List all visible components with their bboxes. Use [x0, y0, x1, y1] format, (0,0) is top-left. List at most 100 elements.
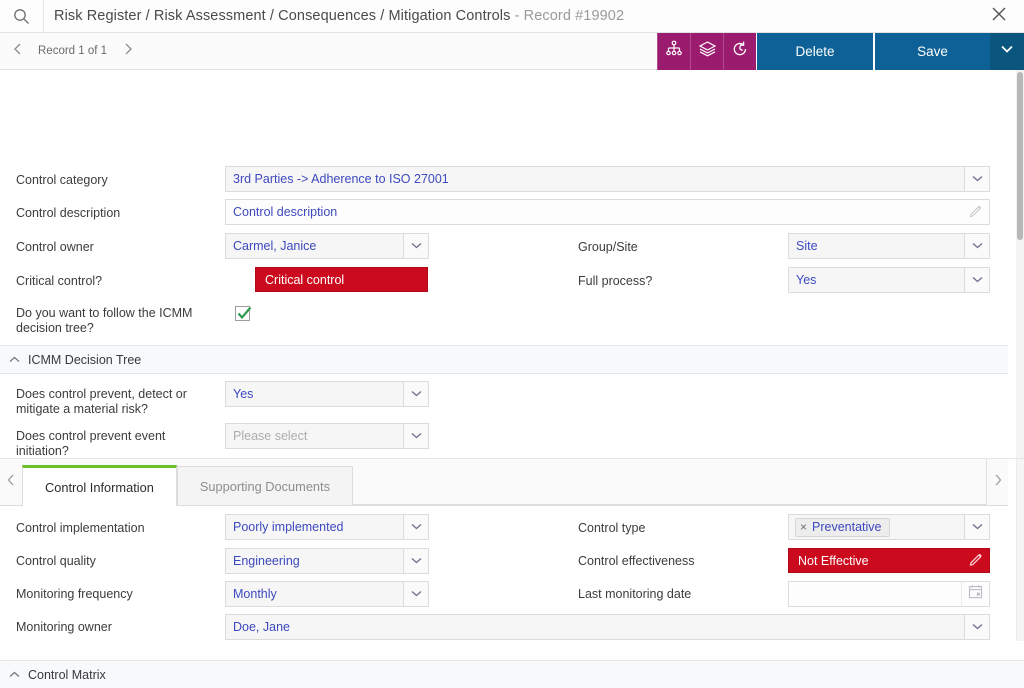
chevron-down-icon — [410, 385, 423, 403]
chevron-down-icon — [999, 42, 1015, 60]
tab-control-information[interactable]: Control Information — [22, 465, 177, 506]
control-type-chip-label: Preventative — [812, 520, 881, 534]
full-process-value: Yes — [789, 273, 964, 287]
monitoring-owner-dropdown-button[interactable] — [964, 615, 989, 639]
chevron-down-icon — [410, 237, 423, 255]
control-owner-dropdown-button[interactable] — [403, 234, 428, 258]
full-process-field[interactable]: Yes — [788, 267, 990, 293]
tab-strip-filler — [353, 467, 1008, 505]
chevron-right-icon — [123, 42, 134, 61]
delete-button[interactable]: Delete — [756, 33, 873, 70]
control-description-field[interactable]: Control description — [225, 199, 990, 225]
control-implementation-value: Poorly implemented — [226, 520, 403, 534]
full-process-label: Full process? — [578, 274, 778, 289]
chevron-left-icon — [12, 42, 23, 61]
main-form-scrollbar-thumb[interactable] — [1017, 72, 1023, 240]
control-implementation-dropdown-button[interactable] — [403, 515, 428, 539]
follow-icmm-label: Do you want to follow the ICMM decision … — [16, 306, 221, 336]
chevron-down-icon — [971, 618, 984, 636]
save-button[interactable]: Save — [873, 33, 990, 70]
control-category-value: 3rd Parties -> Adherence to ISO 27001 — [226, 172, 964, 186]
close-button[interactable] — [974, 0, 1024, 33]
last-monitoring-date-field[interactable] — [788, 581, 990, 607]
chevron-down-icon — [410, 585, 423, 603]
control-description-value: Control description — [226, 205, 963, 219]
control-type-label: Control type — [578, 521, 778, 536]
control-category-dropdown-button[interactable] — [964, 167, 989, 191]
monitoring-owner-field[interactable]: Doe, Jane — [225, 614, 990, 640]
icmm-section-header[interactable]: ICMM Decision Tree — [0, 345, 1008, 374]
critical-control-badge-text: Critical control — [256, 273, 427, 287]
full-process-dropdown-button[interactable] — [964, 268, 989, 292]
tab-pane-scrollbar-track[interactable] — [1016, 459, 1024, 641]
previous-record-button[interactable] — [0, 33, 34, 70]
control-type-dropdown-button[interactable] — [964, 515, 989, 539]
record-counter: Record 1 of 1 — [34, 45, 111, 57]
last-monitoring-date-label: Last monitoring date — [578, 587, 778, 602]
close-small-icon[interactable]: × — [800, 520, 807, 534]
icmm-q1-field[interactable]: Yes — [225, 381, 429, 407]
critical-control-badge: Critical control — [255, 267, 428, 292]
hierarchy-button[interactable] — [657, 33, 690, 70]
group-site-field[interactable]: Site — [788, 233, 990, 259]
group-site-label: Group/Site — [578, 240, 778, 255]
breadcrumb: Risk Register / Risk Assessment / Conseq… — [54, 8, 510, 24]
control-quality-field[interactable]: Engineering — [225, 548, 429, 574]
control-implementation-label: Control implementation — [16, 521, 216, 536]
control-quality-value: Engineering — [226, 554, 403, 568]
layers-button[interactable] — [690, 33, 723, 70]
control-type-chip[interactable]: × Preventative — [795, 518, 890, 537]
record-id: - Record #19902 — [510, 8, 624, 24]
control-matrix-section-header[interactable]: Control Matrix — [0, 660, 1024, 688]
mitigation-controls-record-window: Risk Register / Risk Assessment / Conseq… — [0, 0, 1024, 688]
control-quality-dropdown-button[interactable] — [403, 549, 428, 573]
hierarchy-icon — [665, 40, 683, 63]
history-button[interactable] — [723, 33, 756, 70]
control-owner-field[interactable]: Carmel, Janice — [225, 233, 429, 259]
pencil-icon — [969, 203, 983, 222]
pencil-icon — [969, 551, 984, 571]
control-effectiveness-edit-button[interactable] — [963, 549, 989, 573]
control-matrix-section-title: Control Matrix — [28, 668, 106, 682]
control-type-field[interactable]: × Preventative — [788, 514, 990, 540]
search-button[interactable] — [0, 0, 44, 33]
save-options-button[interactable] — [990, 33, 1024, 70]
close-icon — [991, 6, 1007, 27]
control-effectiveness-field[interactable]: Not Effective — [788, 548, 990, 573]
control-description-edit-button[interactable] — [963, 200, 989, 224]
icmm-q2-field[interactable]: Please select — [225, 423, 429, 449]
follow-icmm-checkbox[interactable] — [235, 306, 250, 321]
control-implementation-field[interactable]: Poorly implemented — [225, 514, 429, 540]
history-revert-icon — [731, 40, 749, 63]
monitoring-frequency-dropdown-button[interactable] — [403, 582, 428, 606]
chevron-down-icon — [971, 518, 984, 536]
tab-scroll-left-button[interactable] — [0, 459, 22, 505]
record-toolbar: Record 1 of 1 — [0, 33, 1024, 70]
icmm-q2-dropdown-button[interactable] — [403, 424, 428, 448]
group-site-dropdown-button[interactable] — [964, 234, 989, 258]
chevron-down-icon — [410, 552, 423, 570]
control-quality-label: Control quality — [16, 554, 216, 569]
group-site-value: Site — [789, 239, 964, 253]
control-category-label: Control category — [16, 173, 216, 188]
monitoring-frequency-field[interactable]: Monthly — [225, 581, 429, 607]
date-picker-button[interactable] — [961, 582, 989, 606]
title-bar: Risk Register / Risk Assessment / Conseq… — [0, 0, 1024, 33]
layers-icon — [698, 40, 717, 63]
chevron-down-icon — [971, 170, 984, 188]
monitoring-frequency-value: Monthly — [226, 587, 403, 601]
tab-scroll-right-button[interactable] — [986, 459, 1008, 505]
monitoring-owner-value: Doe, Jane — [226, 620, 964, 634]
control-owner-value: Carmel, Janice — [226, 239, 403, 253]
tab-pane: Control Information Supporting Documents… — [0, 458, 1024, 688]
chevron-down-icon — [410, 427, 423, 445]
tab-supporting-documents[interactable]: Supporting Documents — [177, 466, 353, 505]
chevron-down-icon — [971, 237, 984, 255]
next-record-button[interactable] — [111, 33, 145, 70]
page-title: Risk Register / Risk Assessment / Conseq… — [44, 8, 974, 24]
main-form-pane: Control category 3rd Parties -> Adherenc… — [0, 70, 1024, 458]
icmm-q2-value: Please select — [226, 429, 403, 443]
icmm-q1-dropdown-button[interactable] — [403, 382, 428, 406]
control-category-field[interactable]: 3rd Parties -> Adherence to ISO 27001 — [225, 166, 990, 192]
critical-control-label: Critical control? — [16, 274, 216, 289]
